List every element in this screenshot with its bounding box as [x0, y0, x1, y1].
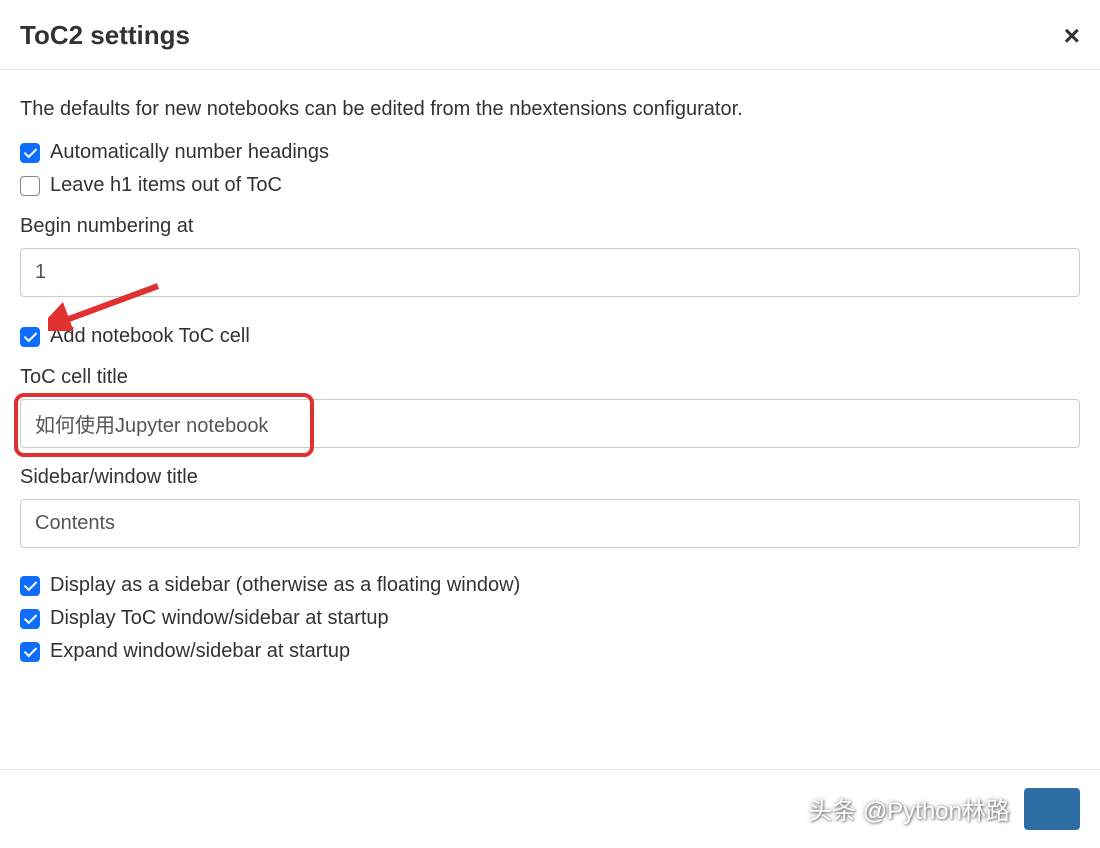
add-toc-cell-label: Add notebook ToC cell [50, 325, 250, 348]
begin-numbering-label: Begin numbering at [20, 215, 1080, 238]
leave-h1-label: Leave h1 items out of ToC [50, 174, 282, 197]
ok-button[interactable] [1024, 788, 1080, 830]
display-startup-row: Display ToC window/sidebar at startup [20, 607, 1080, 630]
modal-header: ToC2 settings × [0, 0, 1100, 70]
toc-cell-title-input[interactable] [20, 399, 1080, 448]
display-sidebar-checkbox[interactable] [20, 576, 40, 596]
leave-h1-row: Leave h1 items out of ToC [20, 174, 1080, 197]
display-startup-label: Display ToC window/sidebar at startup [50, 607, 389, 630]
settings-description: The defaults for new notebooks can be ed… [20, 98, 1080, 121]
close-button[interactable]: × [1064, 22, 1080, 50]
auto-number-checkbox[interactable] [20, 143, 40, 163]
modal-body: The defaults for new notebooks can be ed… [0, 70, 1100, 693]
auto-number-row: Automatically number headings [20, 141, 1080, 164]
expand-startup-row: Expand window/sidebar at startup [20, 640, 1080, 663]
add-toc-cell-row: Add notebook ToC cell [20, 325, 1080, 348]
display-startup-checkbox[interactable] [20, 609, 40, 629]
begin-numbering-input[interactable] [20, 248, 1080, 297]
auto-number-label: Automatically number headings [50, 141, 329, 164]
display-sidebar-row: Display as a sidebar (otherwise as a flo… [20, 574, 1080, 597]
close-icon: × [1064, 20, 1080, 51]
sidebar-title-label: Sidebar/window title [20, 466, 1080, 489]
modal-footer [0, 769, 1100, 848]
add-toc-cell-checkbox[interactable] [20, 327, 40, 347]
toc-cell-title-wrap [20, 399, 1080, 448]
modal-title: ToC2 settings [20, 20, 190, 51]
toc-cell-title-label: ToC cell title [20, 366, 1080, 389]
expand-startup-checkbox[interactable] [20, 642, 40, 662]
display-sidebar-label: Display as a sidebar (otherwise as a flo… [50, 574, 520, 597]
expand-startup-label: Expand window/sidebar at startup [50, 640, 350, 663]
sidebar-title-input[interactable] [20, 499, 1080, 548]
leave-h1-checkbox[interactable] [20, 176, 40, 196]
